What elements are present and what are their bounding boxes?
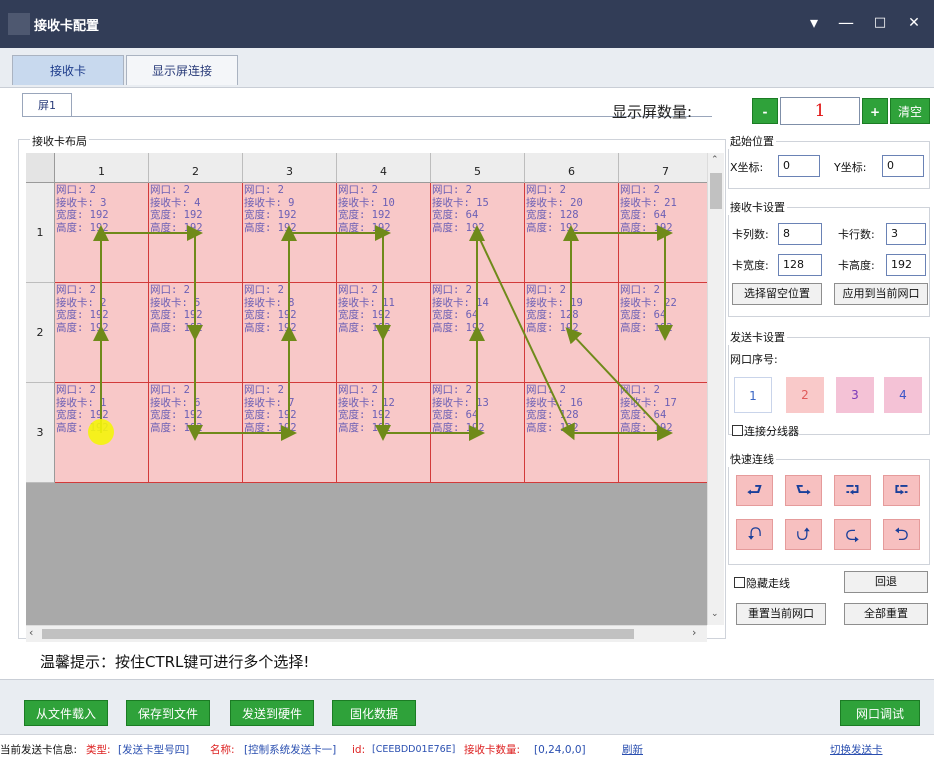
reset-all-button[interactable]: 全部重置 [844,603,928,625]
serpentine-left-up-icon[interactable]: ⮓ [883,475,920,506]
apply-to-port-button[interactable]: 应用到当前网口 [834,283,928,305]
close-button[interactable]: ✕ [900,10,928,36]
minimize-button[interactable]: — [832,10,860,36]
port-index-label: 网口序号: [730,353,778,366]
screen-count-input[interactable]: 1 [780,97,860,125]
scroll-up-icon[interactable]: ⌃ [711,155,719,165]
serpentine-right-up-icon[interactable]: ⮑ [785,475,822,506]
card-width-label: 卡宽度: [732,259,769,272]
title-bar: 接收卡配置 ▾ — □ ✕ [0,0,934,48]
status-name-value: [控制系统发送卡一] [244,744,337,756]
switch-sender-link[interactable]: 切换发送卡 [830,735,883,765]
splitter-label: 连接分线器 [744,425,799,438]
quick-link-glyph: ⮏ [747,524,762,545]
card-rows-input[interactable]: 3 [886,223,926,245]
grid-vertical-scrollbar[interactable]: ⌃ ⌄ [707,153,724,625]
serpentine-up-left-icon[interactable]: ⮌ [883,519,920,550]
status-type-label: 类型: [86,744,111,756]
port-debug-button[interactable]: 网口调试 [840,700,920,726]
card-rows-label: 卡行数: [838,228,875,241]
port-3-button[interactable]: 3 [836,377,874,413]
y-coord-input[interactable]: 0 [882,155,924,177]
screen-count-plus-button[interactable]: + [862,98,888,124]
tab-receiver-card[interactable]: 接收卡 [12,55,124,85]
send-to-hardware-button[interactable]: 发送到硬件 [230,700,314,726]
trace-segment [476,232,575,441]
sender-settings-label: 发送卡设置 [728,329,787,345]
grid-horizontal-scrollbar[interactable]: ‹ › [26,625,707,642]
refresh-link[interactable]: 刷新 [622,735,643,765]
screen-count-minus-button[interactable]: - [752,98,778,124]
status-name-label: 名称: [210,744,235,756]
quick-link-glyph: ⮓ [894,480,909,501]
hide-trace-label: 隐藏走线 [746,577,790,590]
y-coord-label: Y坐标: [834,161,867,174]
splitter-checkbox[interactable] [732,425,743,436]
serpentine-down-right-icon[interactable]: ⮏ [736,519,773,550]
card-settings-label: 接收卡设置 [728,199,787,215]
tip-text: 温馨提示：按住CTRL键可进行多个选择! [40,653,310,671]
scroll-left-icon[interactable]: ‹ [29,626,33,639]
status-type-value: [发送卡型号四] [118,744,190,756]
card-height-label: 卡高度: [838,259,875,272]
horizontal-scroll-thumb[interactable] [42,629,634,639]
port-4-button[interactable]: 4 [884,377,922,413]
status-bar: 当前发送卡信息: 类型: [发送卡型号四] 名称: [控制系统发送卡一] id:… [0,734,934,767]
card-height-input[interactable]: 192 [886,254,926,276]
status-count-label: 接收卡数量: [464,744,521,756]
app-icon [8,13,30,35]
port-selector: 1 2 3 4 [734,377,930,413]
load-from-file-button[interactable]: 从文件载入 [24,700,108,726]
quick-link-glyph: ⮍ [796,524,811,545]
hide-trace-checkbox[interactable] [734,577,745,588]
wiring-trace [93,225,673,441]
receiver-card-grid: 1234567 123 网口: 2 接收卡: 3 宽度: 192 高度: 192 网口:… [26,153,707,625]
serpentine-right-down-icon[interactable]: ⮐ [736,475,773,506]
solidify-data-button[interactable]: 固化数据 [332,700,416,726]
serpentine-left-down-icon[interactable]: ⮒ [834,475,871,506]
save-to-file-button[interactable]: 保存到文件 [126,700,210,726]
start-position-label: 起始位置 [728,133,776,149]
clear-button[interactable]: 清空 [890,98,930,124]
x-coord-label: X坐标: [730,161,764,174]
bottom-button-bar: 从文件载入 保存到文件 发送到硬件 固化数据 网口调试 [0,679,934,734]
card-cols-label: 卡列数: [732,228,769,241]
status-prefix: 当前发送卡信息: [0,744,78,756]
cursor-highlight [88,419,114,445]
layout-group-label: 接收卡布局 [30,133,89,149]
select-reserve-button[interactable]: 选择留空位置 [732,283,822,305]
tab-screen-1[interactable]: 屏1 [22,93,72,117]
port-1-button[interactable]: 1 [734,377,772,413]
quick-link-label: 快速连线 [728,451,776,467]
quick-link-glyph: ⮎ [845,524,860,545]
vertical-scroll-thumb[interactable] [710,173,722,209]
card-cols-input[interactable]: 8 [778,223,822,245]
status-id-label: id: [352,744,366,756]
serpentine-down-left-icon[interactable]: ⮎ [834,519,871,550]
window-title: 接收卡配置 [34,19,100,34]
scroll-right-icon[interactable]: › [692,626,696,639]
card-width-input[interactable]: 128 [778,254,822,276]
main-tab-strip: 接收卡 显示屏连接 [0,48,934,88]
tab-screen-connection[interactable]: 显示屏连接 [126,55,238,85]
reset-port-button[interactable]: 重置当前网口 [736,603,826,625]
quick-link-glyph: ⮐ [746,480,763,501]
subtab-divider [22,116,712,117]
status-id-value: [CEEBDD01E76E] [372,744,456,755]
quick-link-glyph: ⮒ [845,480,860,501]
scroll-down-icon[interactable]: ⌄ [711,609,719,619]
quick-link-glyph: ⮌ [894,524,909,545]
quick-link-glyph: ⮑ [795,480,812,501]
trace-segment [565,327,666,434]
port-2-button[interactable]: 2 [786,377,824,413]
content-panel: 屏1 显示屏数量: - 1 + 清空 接收卡布局 1234567 123 网口:… [8,89,934,679]
undo-button[interactable]: 回退 [844,571,928,593]
maximize-button[interactable]: □ [866,10,894,36]
screen-count-label: 显示屏数量: [612,103,693,121]
serpentine-up-right-icon[interactable]: ⮍ [785,519,822,550]
menu-dropdown-icon[interactable]: ▾ [800,10,828,36]
status-count-value: [0,24,0,0] [534,744,586,756]
x-coord-input[interactable]: 0 [778,155,820,177]
